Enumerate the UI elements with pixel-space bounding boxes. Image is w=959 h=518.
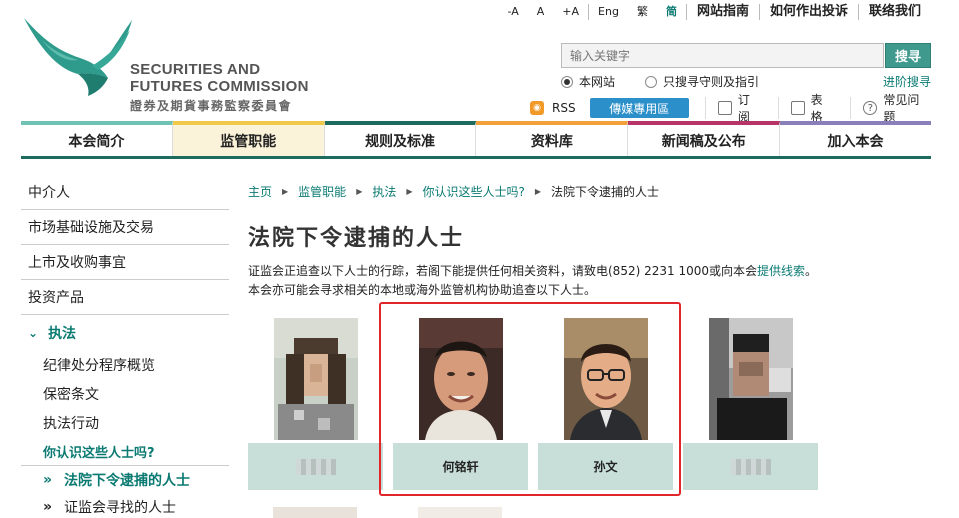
triangle-right-icon: ▶	[282, 187, 289, 196]
lang-simplified-link[interactable]: 简	[657, 4, 686, 20]
person-photo-partial	[418, 507, 502, 518]
pixelated-name	[295, 458, 336, 475]
font-larger-button[interactable]: +A	[553, 4, 588, 20]
person-photo-pixelated	[273, 318, 358, 440]
provide-info-link[interactable]: 提供线索	[757, 264, 805, 278]
sidebar-item-intermediaries[interactable]: 中介人	[21, 175, 229, 210]
sidebar-item-label: 法院下令逮捕的人士	[64, 472, 191, 489]
site-guide-link[interactable]: 网站指南	[687, 4, 759, 20]
highlight-box	[379, 302, 681, 496]
faq-label: 常见问题	[883, 93, 920, 124]
sidebar-item-secrecy[interactable]: 保密条文	[21, 379, 229, 408]
logo-chinese-text: 證券及期貨事務監察委員會	[130, 99, 293, 113]
subscribe-link[interactable]: 订阅	[717, 91, 762, 125]
nav-regulatory-functions[interactable]: 监管职能	[172, 121, 325, 156]
font-normal-button[interactable]: A	[528, 4, 554, 20]
rss-label: RSS	[552, 101, 576, 115]
page-title: 法院下令逮捕的人士	[248, 225, 465, 251]
complaint-link[interactable]: 如何作出投诉	[760, 4, 858, 20]
subscribe-icon	[717, 101, 732, 115]
forms-link[interactable]: 表格	[790, 91, 835, 125]
sfc-logo[interactable]: SECURITIES AND FUTURES COMMISSION 證券及期貨事…	[22, 16, 322, 116]
forms-label: 表格	[810, 93, 823, 124]
divider	[704, 97, 706, 119]
intro-text-part: 证监会正追查以下人士的行踪，若阁下能提供任何相关资料，请致电(852) 2231…	[248, 264, 757, 278]
divider	[777, 97, 779, 119]
rss-link[interactable]: ◉ RSS	[530, 101, 576, 115]
chevron-down-icon: ⌄	[28, 325, 39, 340]
toolbar: ◉ RSS 傳媒專用區 订阅 表格 ? 常见问题	[530, 93, 931, 124]
nav-news[interactable]: 新闻稿及公布	[628, 121, 781, 156]
triangle-right-icon: ▶	[406, 187, 413, 196]
nav-resources[interactable]: 资料库	[476, 121, 629, 156]
radio-unselected-icon	[645, 75, 658, 88]
sidebar-item-do-you-know[interactable]: 你认识这些人士吗?	[21, 437, 229, 466]
breadcrumb-enforcement[interactable]: 执法	[372, 183, 396, 200]
nav-about[interactable]: 本会简介	[21, 121, 173, 156]
search-scope-site[interactable]: 本网站	[561, 73, 615, 90]
search-button[interactable]: 搜寻	[885, 43, 931, 68]
lang-traditional-link[interactable]: 繁	[628, 4, 657, 20]
subscribe-label: 订阅	[737, 93, 750, 124]
breadcrumb-current: 法院下令逮捕的人士	[551, 185, 660, 199]
divider	[850, 97, 852, 119]
person-card[interactable]	[248, 318, 383, 492]
nav-rules-standards[interactable]: 规则及标准	[324, 121, 477, 156]
nav-careers[interactable]: 加入本会	[780, 121, 931, 156]
sidebar-item-disciplinary[interactable]: 纪律处分程序概览	[21, 350, 229, 379]
search-scope-guides-label: 只搜寻守则及指引	[663, 75, 760, 89]
person-card[interactable]	[683, 318, 818, 492]
sidebar: 中介人 市场基础设施及交易 上市及收购事宜 投资产品 ⌄ 执法 纪律处分程序概览…	[21, 175, 229, 518]
intro-text: 证监会正追查以下人士的行踪，若阁下能提供任何相关资料，请致电(852) 2231…	[248, 262, 826, 300]
search-input[interactable]	[561, 43, 884, 68]
rss-icon: ◉	[530, 101, 544, 115]
breadcrumb: 主页 ▶ 监管职能 ▶ 执法 ▶ 你认识这些人士吗? ▶ 法院下令逮捕的人士	[248, 183, 659, 200]
pixelated-name	[730, 458, 771, 475]
question-icon: ?	[863, 101, 878, 115]
sidebar-item-actions[interactable]: 执法行动	[21, 408, 229, 437]
sidebar-item-label: 证监会寻找的人士	[64, 499, 177, 516]
breadcrumb-functions[interactable]: 监管职能	[298, 183, 346, 200]
eagle-logo-icon	[24, 18, 132, 96]
bullet-icon: »	[43, 471, 53, 488]
sidebar-item-label: 执法	[48, 325, 77, 342]
utility-bar: -A A +A Eng 繁 简 网站指南 如何作出投诉 联络我们	[499, 4, 932, 20]
logo-english-text: SECURITIES AND FUTURES COMMISSION	[130, 61, 309, 95]
person-photo-partial	[273, 507, 357, 518]
bullet-icon: »	[43, 498, 53, 515]
faq-link[interactable]: ? 常见问题	[863, 91, 931, 125]
sidebar-item-products[interactable]: 投资产品	[21, 280, 229, 315]
advanced-search-link[interactable]: 进阶搜寻	[883, 73, 931, 90]
breadcrumb-do-you-know[interactable]: 你认识这些人士吗?	[423, 183, 525, 200]
sidebar-item-sought[interactable]: » 证监会寻找的人士	[21, 493, 229, 518]
forms-icon	[790, 101, 805, 115]
breadcrumb-home[interactable]: 主页	[248, 183, 272, 200]
lang-english-link[interactable]: Eng	[589, 4, 628, 20]
radio-selected-icon	[561, 75, 573, 88]
person-name-box	[248, 443, 383, 490]
triangle-right-icon: ▶	[356, 187, 363, 196]
sidebar-item-listing[interactable]: 上市及收购事宜	[21, 245, 229, 280]
contact-us-link[interactable]: 联络我们	[859, 4, 931, 20]
sidebar-item-warrants[interactable]: » 法院下令逮捕的人士	[21, 466, 229, 493]
triangle-right-icon: ▶	[534, 187, 542, 196]
search-scope-options: 本网站 只搜寻守则及指引 进阶搜寻	[561, 73, 931, 90]
sidebar-item-market-infra[interactable]: 市场基础设施及交易	[21, 210, 229, 245]
person-photo-pixelated	[708, 318, 793, 440]
font-smaller-button[interactable]: -A	[499, 4, 528, 20]
media-centre-button[interactable]: 傳媒專用區	[589, 98, 689, 118]
search-scope-guides[interactable]: 只搜寻守则及指引	[645, 73, 759, 90]
main-nav: 本会简介 监管职能 规则及标准 资料库 新闻稿及公布 加入本会	[21, 121, 931, 159]
search-scope-site-label: 本网站	[579, 75, 616, 89]
person-name-box	[683, 443, 818, 490]
sidebar-item-enforcement[interactable]: ⌄ 执法	[21, 315, 229, 350]
